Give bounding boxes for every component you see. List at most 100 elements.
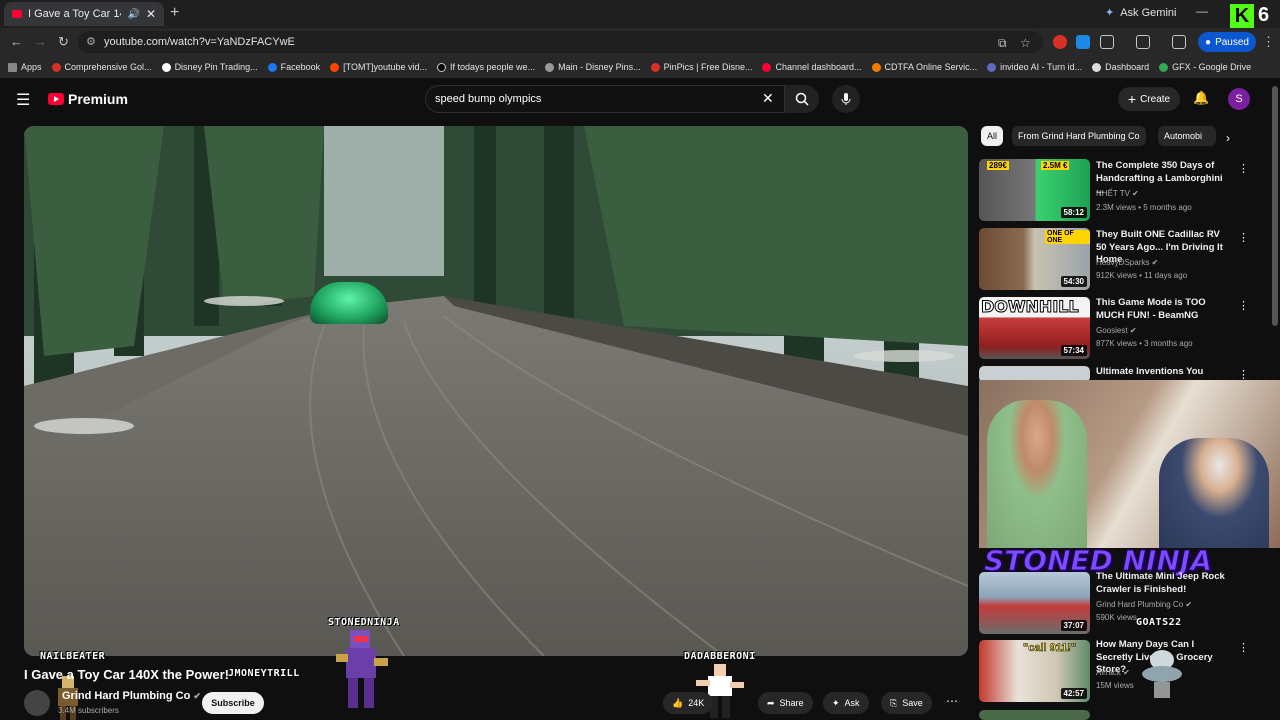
webcam-person-left <box>987 400 1087 548</box>
reload-icon[interactable]: ↻ <box>58 34 69 50</box>
related-thumbnail[interactable]: 289€ 2.5M € 58:12 <box>979 159 1090 221</box>
more-options-icon[interactable]: ⋮ <box>1238 231 1249 244</box>
extension-red-icon[interactable] <box>1053 35 1067 49</box>
video-title: I Gave a Toy Car 140X the Power! <box>24 667 229 682</box>
bookmark-item[interactable]: If todays people we... <box>437 62 535 72</box>
bookmark-item[interactable]: invideo AI - Turn id... <box>987 62 1082 72</box>
youtube-play-icon <box>48 93 64 105</box>
related-video-title[interactable]: The Ultimate Mini Jeep Rock Crawler is F… <box>1096 571 1228 596</box>
tab-close-icon[interactable]: ✕ <box>146 7 156 21</box>
more-options-icon[interactable]: ⋮ <box>1238 641 1249 654</box>
new-tab-button[interactable]: + <box>170 4 179 22</box>
ask-label: Ask <box>844 698 860 708</box>
video-duration: 42:57 <box>1060 688 1087 699</box>
share-button[interactable]: ➦ Share <box>758 692 813 714</box>
ask-gemini-label: Ask Gemini <box>1120 6 1177 19</box>
bookmark-star-icon[interactable]: ☆ <box>1020 36 1031 50</box>
more-options-icon[interactable]: ⋮ <box>1238 162 1249 175</box>
channel-avatar[interactable] <box>24 690 50 716</box>
install-app-icon[interactable]: ⧉ <box>998 36 1007 51</box>
youtube-favicon-icon <box>12 10 22 18</box>
media-control-icon[interactable] <box>1172 35 1186 49</box>
sidebar-panel-icon[interactable] <box>1136 35 1150 49</box>
bookmark-label: Channel dashboard... <box>775 62 862 72</box>
bookmark-item[interactable]: [TOMT]youtube vid... <box>330 62 427 72</box>
notifications-bell-icon[interactable]: 🔔 <box>1193 90 1209 106</box>
related-thumbnail[interactable]: DOWNHILL 57:34 <box>979 297 1090 359</box>
hamburger-menu-icon[interactable]: ☰ <box>16 90 30 110</box>
search-icon <box>795 92 809 106</box>
related-video-title[interactable]: This Game Mode is TOO MUCH FUN! - BeamNG <box>1096 297 1228 322</box>
more-options-icon[interactable]: ⋮ <box>1238 299 1249 312</box>
channel-name[interactable]: Grind Hard Plumbing Co ✔ <box>62 690 201 702</box>
youtube-header: ☰ Premium speed bump olympics ✕ + Create… <box>0 78 1280 122</box>
like-count: 24K <box>688 698 705 708</box>
minimize-window-icon[interactable]: — <box>1196 4 1208 18</box>
search-button[interactable] <box>785 85 819 113</box>
subscribe-button[interactable]: Subscribe <box>202 692 264 714</box>
bookmark-item[interactable]: Apps <box>8 62 42 72</box>
related-channel-name[interactable]: HeavyDSparks ✔ <box>1096 258 1158 267</box>
bookmark-item[interactable]: Main - Disney Pins... <box>545 62 641 72</box>
bookmark-item[interactable]: GFX - Google Drive <box>1159 62 1251 72</box>
back-arrow-icon[interactable]: ← <box>10 34 23 49</box>
related-channel-name[interactable]: NHẾT TV ✔ <box>1096 189 1139 198</box>
voice-search-button[interactable] <box>832 85 860 113</box>
chip-all[interactable]: All <box>981 126 1004 146</box>
create-label: Create <box>1140 93 1171 105</box>
bookmark-item[interactable]: CDTFA Online Servic... <box>871 62 977 72</box>
extension-blue-icon[interactable] <box>1076 35 1090 49</box>
related-thumbnail[interactable]: 37:07 <box>979 572 1090 634</box>
account-avatar[interactable]: S <box>1228 88 1250 110</box>
clear-search-icon[interactable]: ✕ <box>762 90 774 107</box>
related-thumbnail[interactable]: ONE OF ONE 54:30 <box>979 228 1090 290</box>
browser-tab-active[interactable]: I Gave a Toy Car 140X the P 🔊 ✕ <box>4 2 164 26</box>
bookmark-item[interactable]: Facebook <box>267 62 320 72</box>
related-channel-name[interactable]: Goosiest ✔ <box>1096 326 1137 335</box>
create-button[interactable]: + Create <box>1118 87 1180 111</box>
bookmark-item[interactable]: Disney Pin Trading... <box>161 62 258 72</box>
chip-from-channel[interactable]: From Grind Hard Plumbing Co <box>1012 126 1146 146</box>
bookmarks-bar: Apps Comprehensive Gol... Disney Pin Tra… <box>0 56 1280 78</box>
browser-toolbar: ← → ↻ ⚙ youtube.com/watch?v=YaNDzFACYwE … <box>0 28 1280 56</box>
chevron-right-icon[interactable]: › <box>1226 131 1230 145</box>
site-info-icon[interactable]: ⚙ <box>86 35 96 48</box>
related-video-meta: 2.3M views • 5 months ago <box>1096 203 1192 212</box>
related-video-meta: 877K views • 3 months ago <box>1096 339 1193 348</box>
plus-icon: + <box>1127 91 1137 107</box>
bookmark-label: Disney Pin Trading... <box>174 62 258 72</box>
related-channel-name[interactable]: Grind Hard Plumbing Co ✔ <box>1096 600 1192 609</box>
save-button[interactable]: ⎘ Save <box>881 692 932 714</box>
video-player[interactable] <box>24 126 968 656</box>
overlay-username: STONEDNINJA <box>328 617 400 628</box>
related-channel-name[interactable]: Airrack ✔ <box>1096 668 1130 677</box>
bookmark-label: GFX - Google Drive <box>1172 62 1252 72</box>
related-thumbnail[interactable] <box>979 710 1090 720</box>
tab-audio-icon[interactable]: 🔊 <box>127 9 139 20</box>
related-thumbnail[interactable]: "call 911!" 42:57 <box>979 640 1090 702</box>
bookmark-item[interactable]: Comprehensive Gol... <box>51 62 152 72</box>
bookmark-item[interactable]: Channel dashboard... <box>762 62 862 72</box>
chip-automobiles[interactable]: Automobi <box>1158 126 1216 146</box>
browser-menu-icon[interactable]: ⋮ <box>1262 34 1275 50</box>
ask-gemini-button[interactable]: ✦ Ask Gemini <box>1105 6 1177 20</box>
address-bar[interactable]: ⚙ youtube.com/watch?v=YaNDzFACYwE ⧉ ☆ <box>78 31 1043 53</box>
bookmark-item[interactable]: Dashboard <box>1092 62 1149 72</box>
bookmark-label: Dashboard <box>1105 62 1150 72</box>
ask-button[interactable]: ✦ Ask <box>823 692 869 714</box>
related-video-meta: 912K views • 11 days ago <box>1096 271 1188 280</box>
sparkle-icon: ✦ <box>832 697 840 708</box>
bookmark-item[interactable]: PinPics | Free Disne... <box>650 62 752 72</box>
related-video-meta: 15M views <box>1096 681 1134 690</box>
extensions-puzzle-icon[interactable] <box>1100 35 1114 49</box>
like-button[interactable]: 👍 24K <box>663 692 714 714</box>
search-input[interactable]: speed bump olympics <box>425 85 785 113</box>
forward-arrow-icon[interactable]: → <box>34 34 47 49</box>
profile-paused-button[interactable]: ● Paused <box>1198 32 1256 52</box>
more-actions-icon[interactable]: ⋯ <box>946 694 958 708</box>
webcam-person-right <box>1159 438 1269 548</box>
verified-check-icon: ✔ <box>1151 258 1159 267</box>
related-channel-label: NHẾT TV <box>1096 189 1130 198</box>
youtube-premium-logo[interactable]: Premium <box>48 91 128 107</box>
sidebar-scrollbar[interactable] <box>1272 86 1278 326</box>
